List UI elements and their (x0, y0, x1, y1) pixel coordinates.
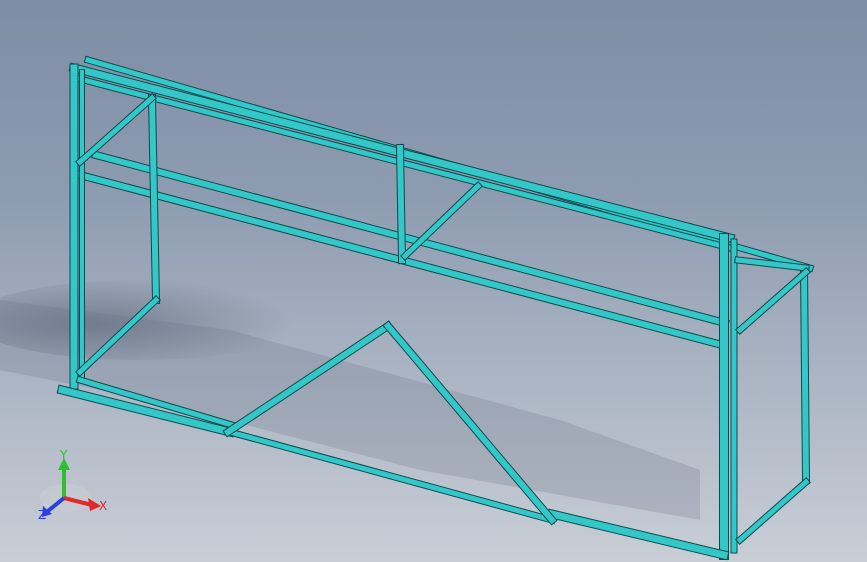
right-rear-post[interactable] (800, 266, 810, 484)
cad-viewport[interactable]: Y X Z (0, 0, 867, 562)
right-bottom-crossbar[interactable] (736, 478, 810, 544)
x-axis-label: X (99, 499, 107, 513)
3d-model-canvas[interactable]: Y X Z (0, 0, 867, 562)
right-mid-crossbar[interactable] (736, 268, 810, 334)
bottom-rail-end[interactable] (547, 509, 729, 560)
left-top-crossbar[interactable] (76, 94, 156, 166)
y-axis-label: Y (59, 448, 68, 462)
mid-post[interactable] (396, 144, 406, 264)
axis-triad: Y X Z (38, 448, 107, 522)
left-rear-post[interactable] (148, 94, 160, 304)
z-axis-label: Z (38, 508, 46, 522)
